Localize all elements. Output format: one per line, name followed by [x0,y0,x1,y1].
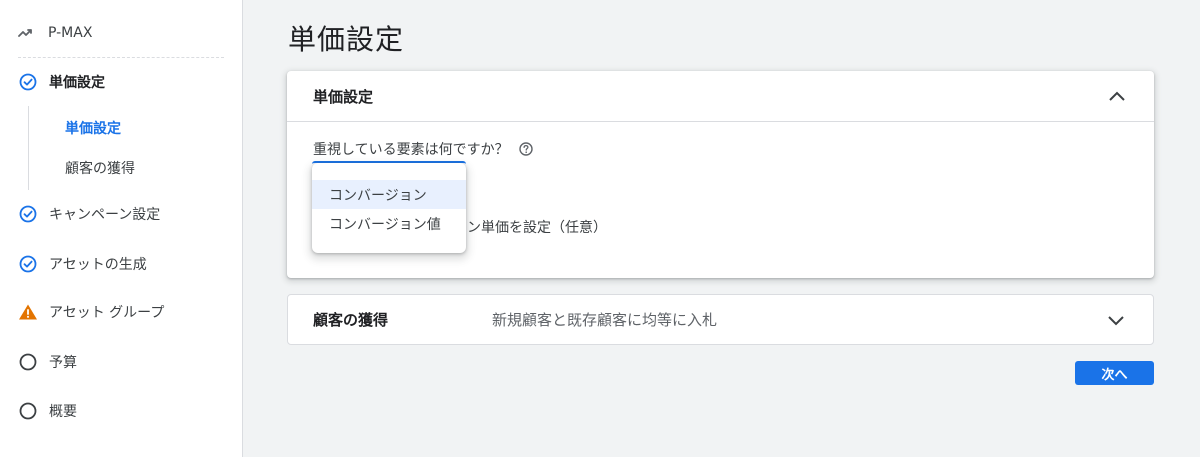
menu-item-conversion-value[interactable]: コンバージョン値 [312,209,466,238]
campaign-type-label: P-MAX [48,25,93,41]
sidebar-item-label: アセット グループ [49,305,165,321]
sidebar-item-label: キャンペーン設定 [49,207,161,223]
sidebar-item-label: 概要 [49,404,77,420]
help-icon[interactable] [518,142,533,156]
performance-max-icon [18,26,36,40]
target-option-label[interactable]: ン単価を設定（任意） [467,217,607,237]
page-title: 単価設定 [288,23,405,56]
warning-icon [18,302,38,322]
sidebar-item-budget[interactable]: 予算 [18,349,228,375]
customer-acquisition-title: 顧客の獲得 [313,311,389,329]
bidding-card: 単価設定 重視している要素は何ですか？ ン単価を設定（任意） コンバージョン コ… [287,71,1154,278]
sub-nav-rail [28,106,29,190]
sidebar-item-label: アセットの生成 [49,257,147,273]
menu-item-conversions[interactable]: コンバージョン [312,180,466,209]
sidebar-item-asset-group[interactable]: アセット グループ [18,299,228,325]
chevron-down-icon[interactable] [1107,314,1125,326]
customer-acquisition-card[interactable]: 顧客の獲得 新規顧客と既存顧客に均等に入札 [287,294,1154,345]
bidding-focus-question: 重視している要素は何ですか？ [313,139,533,159]
sidebar-item-summary[interactable]: 概要 [18,398,228,424]
sidebar-item-campaign-settings[interactable]: キャンペーン設定 [18,201,228,227]
sidebar-item-bidding[interactable]: 単価設定 [18,69,228,95]
campaign-type[interactable]: P-MAX [18,20,224,46]
check-circle-icon [18,254,38,274]
customer-acquisition-summary: 新規顧客と既存顧客に均等に入札 [492,311,718,329]
divider [18,57,224,58]
empty-circle-icon [18,352,38,372]
focus-dropdown-menu: コンバージョン コンバージョン値 [312,163,466,253]
sidebar-item-asset-generation[interactable]: アセットの生成 [18,251,228,277]
empty-circle-icon [18,401,38,421]
check-circle-icon [18,204,38,224]
next-button[interactable]: 次へ [1075,361,1154,385]
sidebar-item-label: 予算 [49,355,77,371]
sidebar-item-label: 単価設定 [49,75,105,91]
sidebar: P-MAX 単価設定 単価設定 顧客の獲得 キャンペーン設定 アセットの生成 ア… [0,0,243,457]
subnav-item-customer-acquisition[interactable]: 顧客の獲得 [65,157,135,179]
question-label: 重視している要素は何ですか？ [313,142,509,158]
check-circle-icon [18,72,38,92]
bidding-card-header[interactable]: 単価設定 [287,71,1154,122]
bidding-card-title: 単価設定 [313,87,374,106]
subnav-item-bidding[interactable]: 単価設定 [65,117,121,139]
chevron-up-icon[interactable] [1108,90,1126,102]
